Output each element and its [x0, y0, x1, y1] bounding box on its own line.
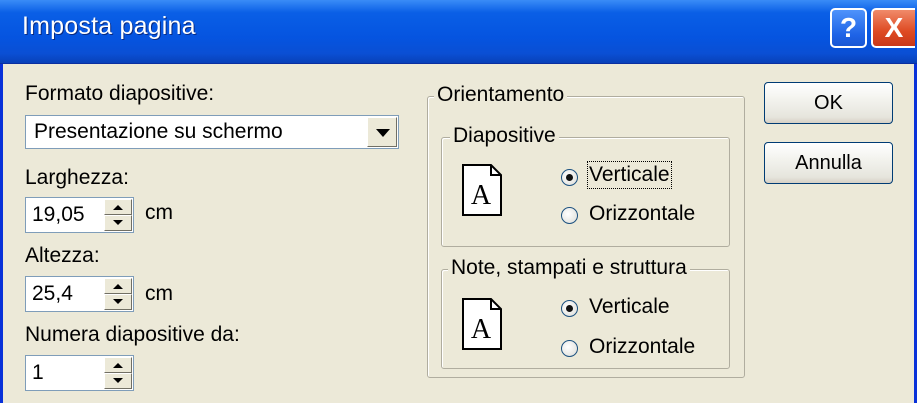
orientation-legend: Orientamento [434, 83, 568, 107]
notes-vertical-radio[interactable] [561, 300, 578, 317]
height-spinner[interactable]: 25,4 [25, 276, 134, 312]
width-down-arrow-icon[interactable] [104, 215, 132, 231]
help-button[interactable]: ? [830, 8, 867, 48]
slides-legend: Diapositive [450, 124, 559, 148]
chevron-down-icon[interactable] [367, 117, 397, 147]
width-value: 19,05 [32, 203, 85, 226]
height-up-arrow-icon[interactable] [104, 278, 132, 294]
numbering-spinner[interactable]: 1 [25, 355, 134, 391]
slides-vertical-label[interactable]: Verticale [587, 161, 672, 189]
slides-horizontal-radio[interactable] [561, 207, 578, 224]
page-letter: A [471, 180, 492, 211]
slide-format-label: Formato diapositive: [25, 82, 215, 105]
slide-format-dropdown[interactable]: Presentazione su schermo [25, 115, 399, 149]
numbering-value: 1 [32, 361, 44, 384]
portrait-page-icon: A [462, 298, 502, 350]
width-unit: cm [145, 201, 173, 224]
cancel-button[interactable]: Annulla [764, 142, 893, 184]
notes-legend: Note, stampati e struttura [448, 256, 690, 280]
notes-vertical-label[interactable]: Verticale [589, 295, 670, 319]
width-label: Larghezza: [25, 166, 129, 189]
numbering-label: Numera diapositive da: [25, 323, 240, 346]
width-spinner[interactable]: 19,05 [25, 197, 134, 233]
page-setup-dialog: Imposta pagina ? X Formato diapositive: … [0, 0, 917, 403]
page-letter: A [471, 314, 492, 345]
notes-orientation-group: Note, stampati e struttura A Verticale O… [441, 256, 730, 369]
dialog-title: Imposta pagina [22, 12, 196, 40]
numbering-up-arrow-icon[interactable] [104, 357, 132, 373]
close-icon: X [884, 12, 904, 43]
title-bar[interactable]: Imposta pagina ? X [0, 0, 917, 64]
ok-button[interactable]: OK [764, 82, 893, 124]
numbering-down-arrow-icon[interactable] [104, 373, 132, 389]
height-down-arrow-icon[interactable] [104, 294, 132, 310]
portrait-page-icon: A [462, 164, 502, 216]
close-button[interactable]: X [871, 8, 915, 48]
orientation-group: Orientamento Diapositive A Verticale Ori… [427, 83, 745, 378]
notes-horizontal-label[interactable]: Orizzontale [589, 335, 695, 359]
help-icon: ? [839, 12, 858, 43]
slides-vertical-radio[interactable] [561, 169, 578, 186]
height-value: 25,4 [32, 282, 73, 305]
height-unit: cm [145, 282, 173, 305]
slide-format-value: Presentazione su schermo [34, 120, 283, 143]
slides-horizontal-label[interactable]: Orizzontale [589, 202, 695, 226]
width-up-arrow-icon[interactable] [104, 199, 132, 215]
height-label: Altezza: [25, 244, 100, 267]
slides-orientation-group: Diapositive A Verticale Orizzontale [441, 124, 730, 247]
notes-horizontal-radio[interactable] [561, 340, 578, 357]
